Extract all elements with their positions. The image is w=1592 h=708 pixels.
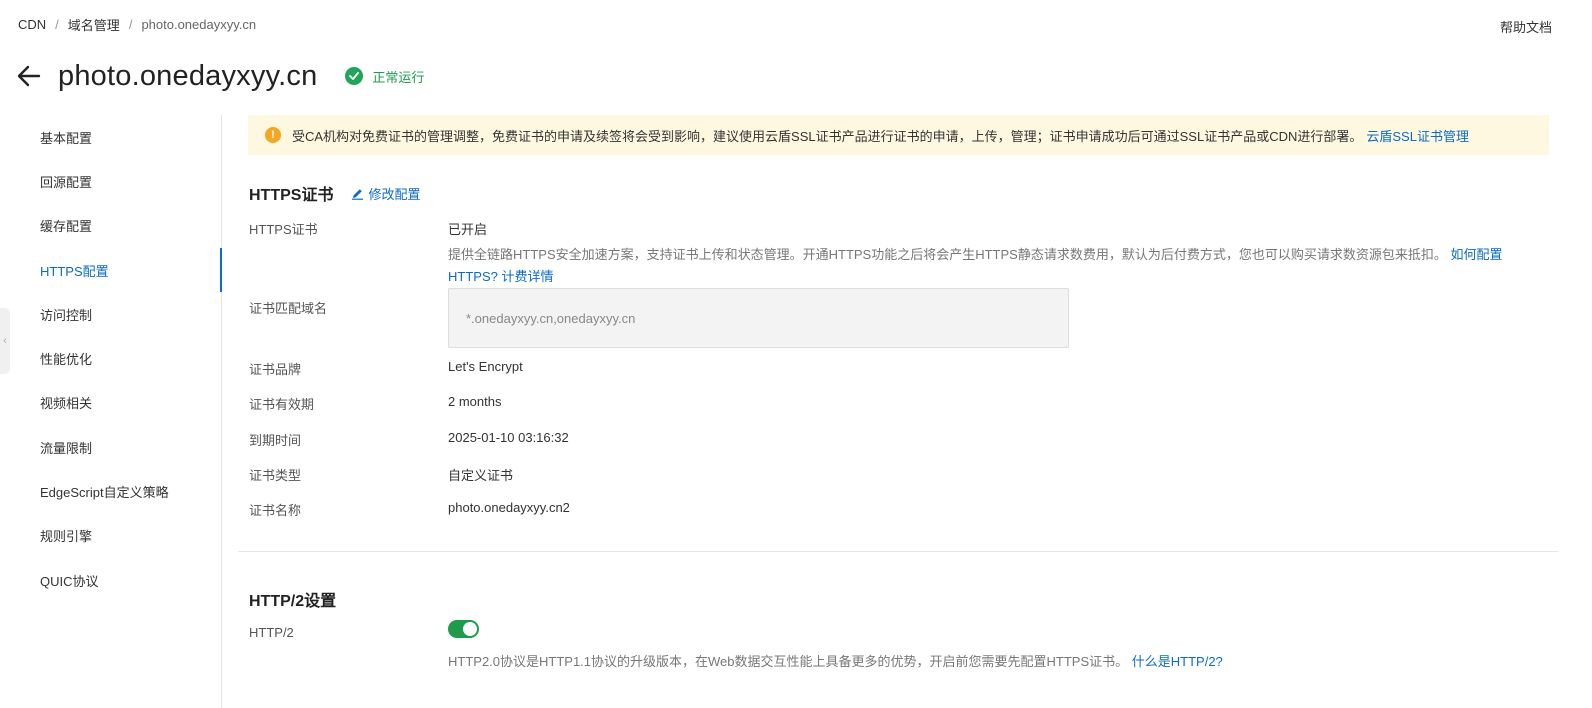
https-cert-value: 已开启	[448, 222, 488, 237]
back-arrow-icon[interactable]	[16, 63, 42, 89]
sidebar-item-basic[interactable]: 基本配置	[0, 115, 221, 159]
billing-details-link[interactable]: 计费详情	[501, 269, 553, 284]
sidebar-collapse-handle[interactable]: ‹	[0, 308, 10, 374]
cert-domain-label: 证书匹配域名	[249, 301, 328, 316]
http2-description: HTTP2.0协议是HTTP1.1协议的升级版本，在Web数据交互性能上具备更多…	[448, 651, 1528, 673]
breadcrumb-item-current: photo.onedayxyy.cn	[141, 17, 257, 32]
check-circle-icon	[345, 67, 364, 85]
http2-toggle[interactable]	[448, 620, 479, 638]
cert-name-value: photo.onedayxyy.cn2	[448, 500, 570, 515]
https-description-text: 提供全链路HTTPS安全加速方案，支持证书上传和状态管理。开通HTTPS功能之后…	[448, 247, 1447, 262]
sidebar-item-access-control[interactable]: 访问控制	[0, 292, 221, 336]
cert-type-label: 证书类型	[249, 468, 302, 483]
cert-brand-label: 证书品牌	[249, 362, 302, 377]
warning-icon: !	[265, 127, 281, 143]
cert-validity-value: 2 months	[448, 394, 502, 409]
cert-name-label: 证书名称	[249, 503, 302, 518]
cert-brand-value: Let's Encrypt	[448, 359, 523, 374]
config-sidebar: 基本配置 回源配置 缓存配置 HTTPS配置 访问控制 性能优化 视频相关 流量…	[0, 115, 222, 708]
pencil-icon	[352, 188, 364, 200]
cert-domain-value: *.onedayxyy.cn,onedayxyy.cn	[466, 310, 636, 326]
breadcrumb-item-cdn[interactable]: CDN	[18, 17, 46, 32]
http2-description-text: HTTP2.0协议是HTTP1.1协议的升级版本，在Web数据交互性能上具备更多…	[448, 654, 1129, 669]
breadcrumb-separator: /	[128, 17, 133, 32]
cert-type-value: 自定义证书	[448, 468, 514, 483]
sidebar-item-rule-engine[interactable]: 规则引擎	[0, 514, 221, 558]
sidebar-item-edgescript[interactable]: EdgeScript自定义策略	[0, 469, 221, 513]
sidebar-item-cache[interactable]: 缓存配置	[0, 204, 221, 248]
status-badge: 正常运行	[345, 67, 424, 86]
http2-section-title: HTTP/2设置	[249, 587, 336, 611]
sidebar-item-origin[interactable]: 回源配置	[0, 159, 221, 203]
sidebar-item-traffic-limit[interactable]: 流量限制	[0, 425, 221, 469]
cert-expire-label: 到期时间	[249, 433, 302, 448]
sidebar-item-video[interactable]: 视频相关	[0, 381, 221, 425]
help-docs-link[interactable]: 帮助文档	[1500, 17, 1552, 36]
https-cert-label: HTTPS证书	[249, 222, 318, 237]
page-title: photo.onedayxyy.cn	[58, 59, 318, 92]
what-is-http2-link[interactable]: 什么是HTTP/2?	[1132, 654, 1223, 669]
sidebar-item-performance[interactable]: 性能优化	[0, 336, 221, 380]
alert-text: 受CA机构对免费证书的管理调整，免费证书的申请及续签将会受到影响，建议使用云盾S…	[292, 128, 1363, 144]
https-section-heading: HTTPS证书	[249, 187, 334, 204]
https-section-title: HTTPS证书 修改配置	[249, 181, 420, 205]
breadcrumb-separator: /	[55, 17, 59, 32]
https-description: 提供全链路HTTPS安全加速方案，支持证书上传和状态管理。开通HTTPS功能之后…	[448, 244, 1528, 288]
status-text: 正常运行	[372, 69, 425, 85]
page-header: photo.onedayxyy.cn 正常运行	[16, 56, 424, 96]
ssl-notice-alert: ! 受CA机构对免费证书的管理调整，免费证书的申请及续签将会受到影响，建议使用云…	[248, 115, 1549, 155]
ssl-cert-management-link[interactable]: 云盾SSL证书管理	[1366, 126, 1469, 145]
http2-label: HTTP/2	[249, 625, 294, 640]
sidebar-item-quic[interactable]: QUIC协议	[0, 558, 221, 602]
sidebar-item-https[interactable]: HTTPS配置	[0, 247, 222, 293]
cert-domain-field: *.onedayxyy.cn,onedayxyy.cn	[448, 288, 1069, 348]
breadcrumb-item-domain-management[interactable]: 域名管理	[68, 15, 120, 34]
edit-config-label: 修改配置	[368, 186, 421, 202]
edit-config-button[interactable]: 修改配置	[351, 184, 420, 203]
cert-validity-label: 证书有效期	[249, 397, 315, 412]
section-divider	[238, 551, 1558, 552]
http2-section-heading: HTTP/2设置	[249, 593, 337, 610]
breadcrumb: CDN / 域名管理 / photo.onedayxyy.cn	[18, 15, 256, 34]
chevron-left-icon: ‹	[3, 335, 7, 347]
cert-expire-value: 2025-01-10 03:16:32	[448, 430, 569, 445]
